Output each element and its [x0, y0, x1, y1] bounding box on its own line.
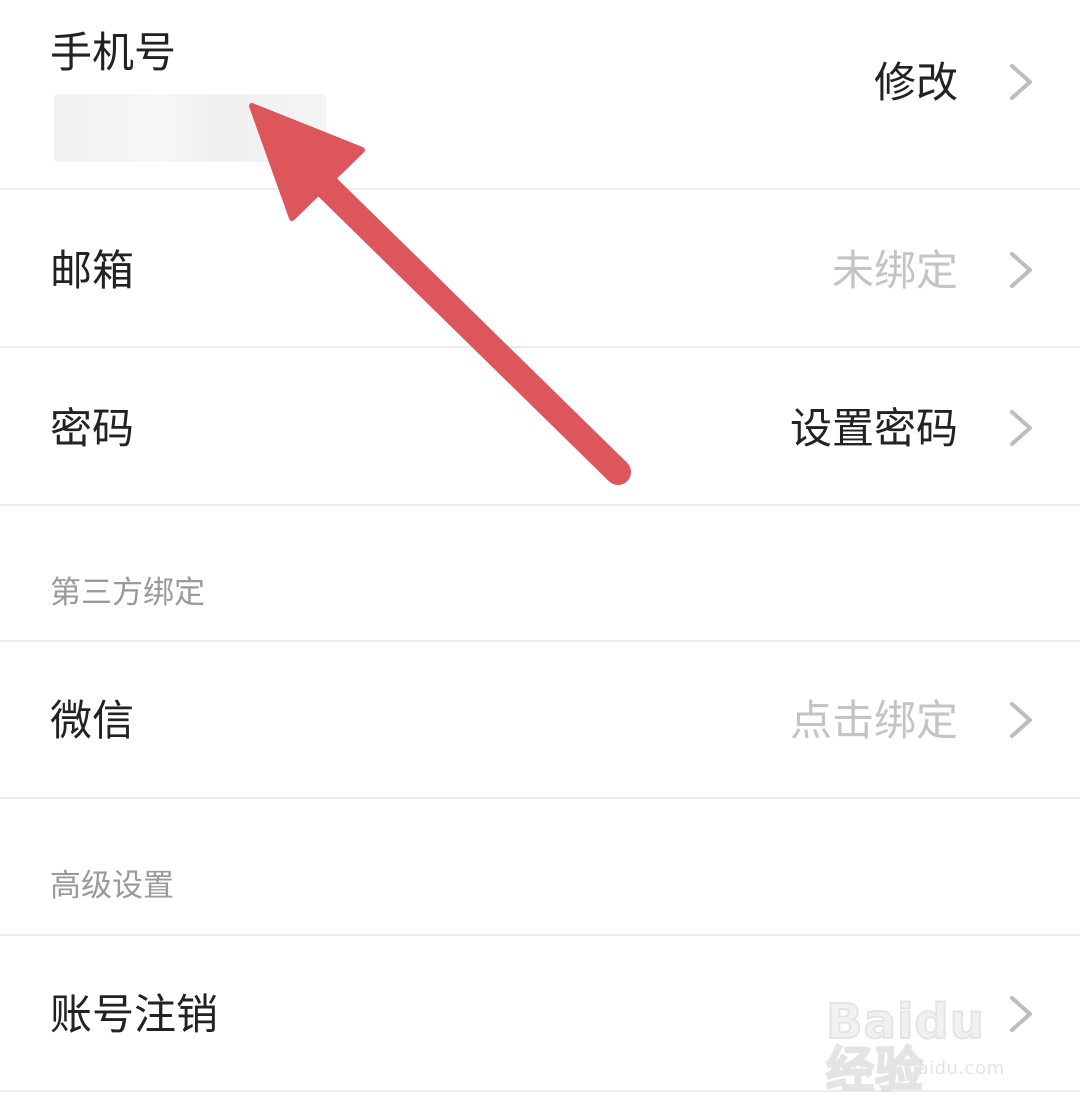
- wechat-bind-status: 点击绑定: [789, 696, 958, 745]
- wechat-label: 微信: [50, 696, 135, 745]
- phone-row[interactable]: 手机号 修改: [0, 0, 1080, 190]
- wechat-row[interactable]: 微信 点击绑定: [0, 642, 1080, 799]
- watermark-url: jingyan.baidu.com: [830, 1058, 1005, 1079]
- password-row[interactable]: 密码 设置密码: [0, 348, 1080, 506]
- account-security-page: 手机号 修改 邮箱 未绑定 密码 设置密码 第三方绑定 微信 点击绑定 高级设置: [0, 0, 1080, 1108]
- email-row[interactable]: 邮箱 未绑定: [0, 190, 1080, 348]
- phone-label: 手机号: [50, 28, 177, 77]
- chevron-right-icon: [1008, 700, 1034, 740]
- watermark-logo: Baidu经验: [825, 994, 985, 1098]
- third-party-section-header: 第三方绑定: [0, 506, 1080, 642]
- set-password-button[interactable]: 设置密码: [790, 408, 958, 450]
- account-deactivation-label: 账号注销: [50, 990, 219, 1039]
- baidu-jingyan-watermark: Baidu经验 jingyan.baidu.com: [825, 992, 1032, 1095]
- section-title-third-party: 第三方绑定: [50, 575, 205, 611]
- chevron-right-icon: [1008, 408, 1034, 448]
- email-status: 未绑定: [831, 246, 958, 295]
- phone-modify-button[interactable]: 修改: [874, 62, 958, 104]
- email-label: 邮箱: [50, 246, 135, 295]
- chevron-right-icon: [1008, 62, 1034, 102]
- password-label: 密码: [50, 404, 135, 453]
- advanced-section-header: 高级设置: [0, 799, 1080, 936]
- masked-phone-number: [54, 94, 326, 162]
- section-title-advanced: 高级设置: [50, 868, 174, 904]
- chevron-right-icon: [1008, 250, 1034, 290]
